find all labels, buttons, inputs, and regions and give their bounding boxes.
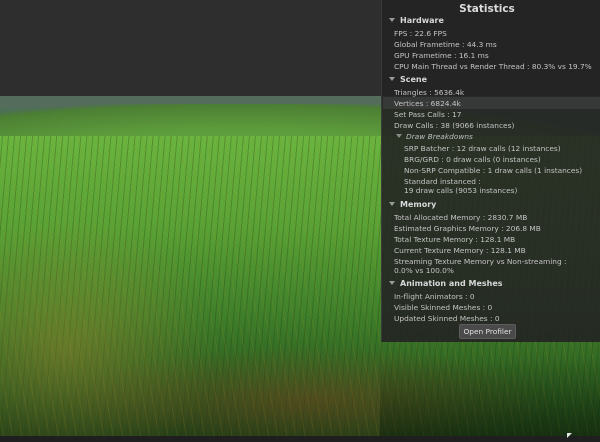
streaming-texture-memory-label: Streaming Texture Memory vs Non-streamin… bbox=[394, 257, 567, 266]
triangles-value: Triangles : 5636.4k bbox=[394, 88, 465, 97]
srp-batcher-value: SRP Batcher : 12 draw calls (12 instance… bbox=[404, 144, 561, 153]
triangle-down-icon bbox=[389, 281, 395, 285]
triangle-down-icon bbox=[389, 202, 395, 206]
vertices-value: Vertices : 6824.4k bbox=[394, 99, 461, 108]
global-frametime-value: Global Frametime : 44.3 ms bbox=[394, 40, 497, 49]
section-animation-meshes[interactable]: Animation and Meshes bbox=[389, 279, 503, 288]
brg-grd-value: BRG/GRD : 0 draw calls (0 instances) bbox=[404, 155, 541, 164]
draw-calls-value: Draw Calls : 38 (9066 instances) bbox=[394, 121, 515, 130]
section-animation-meshes-label: Animation and Meshes bbox=[400, 279, 503, 288]
viewport-bottom-edge bbox=[0, 436, 600, 442]
in-flight-animators-value: In-flight Animators : 0 bbox=[394, 292, 475, 301]
section-memory[interactable]: Memory bbox=[389, 200, 436, 209]
current-texture-memory-value: Current Texture Memory : 128.1 MB bbox=[394, 246, 526, 255]
total-texture-memory-value: Total Texture Memory : 128.1 MB bbox=[394, 235, 516, 244]
mouse-pointer-icon bbox=[567, 433, 572, 438]
triangle-down-icon bbox=[396, 134, 402, 138]
section-hardware[interactable]: Hardware bbox=[389, 16, 444, 25]
set-pass-calls-value: Set Pass Calls : 17 bbox=[394, 110, 462, 119]
panel-title: Statistics bbox=[459, 3, 515, 15]
streaming-texture-memory-value: 0.0% vs 100.0% bbox=[394, 266, 454, 275]
open-profiler-button[interactable]: Open Profiler bbox=[459, 324, 516, 339]
section-scene-label: Scene bbox=[400, 75, 428, 84]
updated-skinned-meshes-value: Updated Skinned Meshes : 0 bbox=[394, 314, 500, 323]
cpu-thread-ratio-value: CPU Main Thread vs Render Thread : 80.3%… bbox=[394, 62, 592, 71]
standard-instanced-label: Standard instanced : bbox=[404, 177, 481, 186]
section-hardware-label: Hardware bbox=[400, 16, 444, 25]
estimated-graphics-memory-value: Estimated Graphics Memory : 206.8 MB bbox=[394, 224, 541, 233]
section-memory-label: Memory bbox=[400, 200, 437, 209]
statistics-panel: Statistics Hardware FPS : 22.6 FPS Globa… bbox=[381, 0, 600, 342]
standard-instanced-value: 19 draw calls (9053 instances) bbox=[404, 186, 518, 195]
draw-breakdowns-label: Draw Breakdowns bbox=[406, 132, 473, 141]
section-scene[interactable]: Scene bbox=[389, 75, 427, 84]
triangle-down-icon bbox=[389, 77, 395, 81]
fps-value: FPS : 22.6 FPS bbox=[394, 29, 447, 38]
draw-breakdowns-foldout[interactable]: Draw Breakdowns bbox=[396, 132, 473, 141]
total-allocated-memory-value: Total Allocated Memory : 2830.7 MB bbox=[394, 213, 528, 222]
non-srp-compatible-value: Non-SRP Compatible : 1 draw calls (1 ins… bbox=[404, 166, 583, 175]
dark-grass-patch bbox=[380, 356, 600, 436]
gpu-frametime-value: GPU Frametime : 16.1 ms bbox=[394, 51, 489, 60]
visible-skinned-meshes-value: Visible Skinned Meshes : 0 bbox=[394, 303, 493, 312]
triangle-down-icon bbox=[389, 18, 395, 22]
